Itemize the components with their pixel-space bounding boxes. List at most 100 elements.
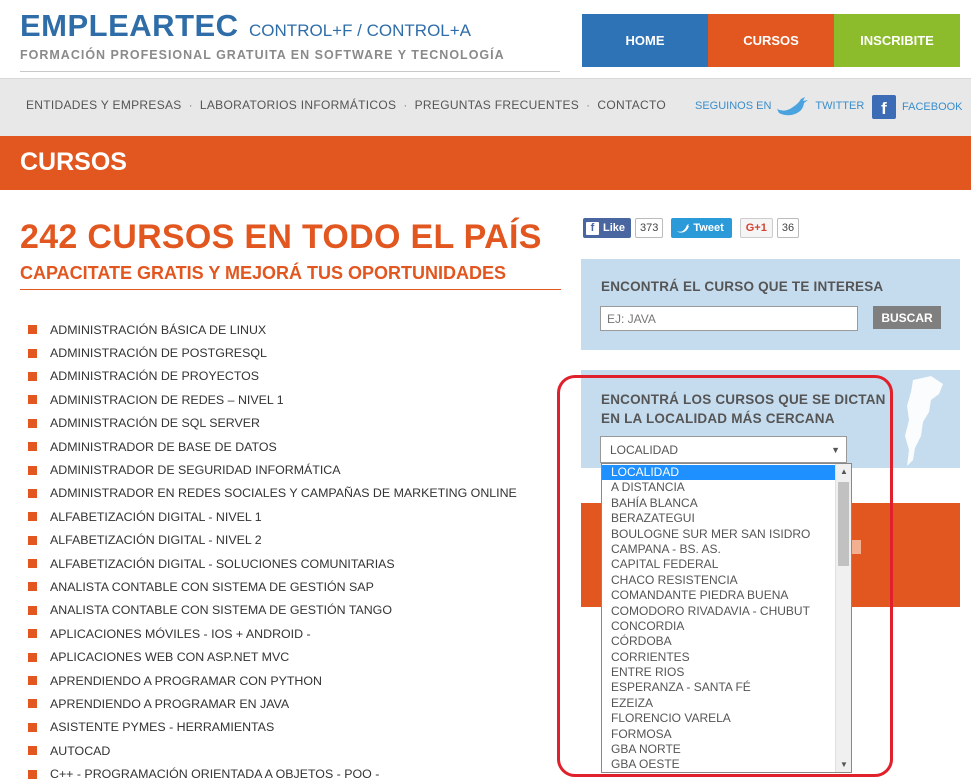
course-link[interactable]: ASISTENTE PYMES - HERRAMIENTAS — [50, 720, 274, 734]
course-item[interactable]: ADMINISTRADOR DE BASE DE DATOS — [28, 435, 517, 458]
course-item[interactable]: ADMINISTRACIÓN DE POSTGRESQL — [28, 341, 517, 364]
course-link[interactable]: ADMINISTRADOR DE BASE DE DATOS — [50, 440, 277, 454]
bullet-icon — [28, 676, 37, 686]
section-banner: CURSOS — [0, 136, 971, 190]
nav-link-contacto[interactable]: CONTACTO — [597, 98, 666, 112]
share-bar: f Like 373 Tweet G+1 36 — [583, 218, 800, 238]
nav-link-preguntas[interactable]: PREGUNTAS FRECUENTES — [415, 98, 579, 112]
bullet-icon — [28, 348, 37, 358]
bullet-icon — [28, 652, 37, 662]
bullet-icon — [28, 582, 37, 592]
course-list: ADMINISTRACIÓN BÁSICA DE LINUX ADMINISTR… — [28, 318, 517, 783]
search-button[interactable]: BUSCAR — [873, 306, 941, 329]
course-item[interactable]: ADMINISTRACIÓN DE PROYECTOS — [28, 365, 517, 388]
argentina-map-icon — [905, 376, 943, 466]
page-subheadline: CAPACITATE GRATIS Y MEJORÁ TUS OPORTUNID… — [20, 263, 507, 283]
course-link[interactable]: APLICACIONES MÓVILES - IOS + ANDROID - — [50, 627, 311, 641]
nav-separator: · — [188, 98, 193, 112]
bullet-icon — [28, 465, 37, 475]
secondary-nav-links: ENTIDADES Y EMPRESAS · LABORATORIOS INFO… — [26, 98, 666, 112]
bullet-icon — [28, 325, 37, 335]
course-item[interactable]: AUTOCAD — [28, 739, 517, 762]
course-item[interactable]: ALFABETIZACIÓN DIGITAL - NIVEL 2 — [28, 529, 517, 552]
twitter-link[interactable]: SEGUINOS EN TWITTER — [695, 95, 864, 117]
course-link[interactable]: APRENDIENDO A PROGRAMAR EN JAVA — [50, 697, 289, 711]
course-item[interactable]: APLICACIONES WEB CON ASP.NET MVC — [28, 645, 517, 668]
course-item[interactable]: APLICACIONES MÓVILES - IOS + ANDROID - — [28, 622, 517, 645]
course-link[interactable]: AUTOCAD — [50, 744, 110, 758]
course-search-input[interactable]: EJ: JAVA — [600, 306, 858, 331]
secondary-nav: ENTIDADES Y EMPRESAS · LABORATORIOS INFO… — [0, 78, 971, 136]
course-item[interactable]: C++ - PROGRAMACIÓN ORIENTADA A OBJETOS -… — [28, 762, 517, 783]
course-link[interactable]: ADMINISTRACION DE REDES – NIVEL 1 — [50, 393, 284, 407]
facebook-icon: f — [872, 95, 896, 119]
course-link[interactable]: APLICACIONES WEB CON ASP.NET MVC — [50, 650, 289, 664]
brand-subtitle: FORMACIÓN PROFESIONAL GRATUITA EN SOFTWA… — [20, 48, 505, 62]
twitter-label: TWITTER — [815, 100, 865, 112]
nav-inscribite-button[interactable]: INSCRIBITE — [834, 14, 960, 67]
course-link[interactable]: ADMINISTRACIÓN BÁSICA DE LINUX — [50, 323, 266, 337]
brand-name: EMPLEARTEC — [20, 8, 239, 43]
nav-separator: · — [586, 98, 591, 112]
brand-logo[interactable]: EMPLEARTEC CONTROL+F / CONTROL+A — [20, 8, 471, 44]
course-link[interactable]: ADMINISTRACIÓN DE POSTGRESQL — [50, 346, 267, 360]
search-panel-title: ENCONTRÁ EL CURSO QUE TE INTERESA — [601, 279, 884, 294]
page-headline: 242 CURSOS EN TODO EL PAÍS — [20, 218, 542, 256]
bullet-icon — [28, 418, 37, 428]
highlight-annotation — [557, 375, 893, 777]
nav-home-button[interactable]: HOME — [582, 14, 708, 67]
course-item[interactable]: ANALISTA CONTABLE CON SISTEMA DE GESTIÓN… — [28, 599, 517, 622]
course-link[interactable]: ADMINISTRACIÓN DE SQL SERVER — [50, 416, 260, 430]
section-title: CURSOS — [20, 148, 127, 176]
site-header: EMPLEARTEC CONTROL+F / CONTROL+A FORMACI… — [0, 0, 971, 78]
twitter-bird-icon — [777, 97, 809, 116]
bullet-icon — [28, 442, 37, 452]
facebook-like-button[interactable]: f Like — [583, 218, 632, 238]
course-item[interactable]: ANALISTA CONTABLE CON SISTEMA DE GESTIÓN… — [28, 575, 517, 598]
course-item[interactable]: ADMINISTRACIÓN BÁSICA DE LINUX — [28, 318, 517, 341]
facebook-link[interactable]: f FACEBOOK — [872, 95, 963, 119]
course-link[interactable]: ALFABETIZACIÓN DIGITAL - SOLUCIONES COMU… — [50, 557, 395, 571]
course-item[interactable]: ADMINISTRADOR EN REDES SOCIALES Y CAMPAÑ… — [28, 482, 517, 505]
brand-tagline: CONTROL+F / CONTROL+A — [249, 21, 472, 40]
course-item[interactable]: ASISTENTE PYMES - HERRAMIENTAS — [28, 716, 517, 739]
bullet-icon — [28, 371, 37, 381]
course-link[interactable]: ADMINISTRACIÓN DE PROYECTOS — [50, 369, 259, 383]
course-link[interactable]: ANALISTA CONTABLE CON SISTEMA DE GESTIÓN… — [50, 603, 392, 617]
nav-link-laboratorios[interactable]: LABORATORIOS INFORMÁTICOS — [200, 98, 396, 112]
like-count: 373 — [635, 218, 664, 238]
course-item[interactable]: ADMINISTRACION DE REDES – NIVEL 1 — [28, 388, 517, 411]
course-link[interactable]: ALFABETIZACIÓN DIGITAL - NIVEL 2 — [50, 533, 262, 547]
course-item[interactable]: ALFABETIZACIÓN DIGITAL - NIVEL 1 — [28, 505, 517, 528]
tweet-button[interactable]: Tweet — [671, 218, 732, 238]
course-link[interactable]: ADMINISTRADOR DE SEGURIDAD INFORMÁTICA — [50, 463, 341, 477]
top-nav: HOME CURSOS INSCRIBITE — [582, 14, 960, 67]
nav-link-entidades[interactable]: ENTIDADES Y EMPRESAS — [26, 98, 182, 112]
tweet-label: Tweet — [693, 222, 724, 234]
course-item[interactable]: APRENDIENDO A PROGRAMAR EN JAVA — [28, 692, 517, 715]
gplus-button[interactable]: G+1 — [739, 218, 773, 238]
course-search-panel: ENCONTRÁ EL CURSO QUE TE INTERESA — [581, 259, 960, 350]
bullet-icon — [28, 512, 37, 522]
like-label: Like — [603, 222, 626, 234]
headline-divider — [20, 289, 561, 290]
nav-cursos-button[interactable]: CURSOS — [708, 14, 834, 67]
course-item[interactable]: ADMINISTRADOR DE SEGURIDAD INFORMÁTICA — [28, 458, 517, 481]
course-link[interactable]: ADMINISTRADOR EN REDES SOCIALES Y CAMPAÑ… — [50, 486, 517, 500]
facebook-icon: f — [586, 221, 599, 235]
bullet-icon — [28, 605, 37, 615]
bullet-icon — [28, 395, 37, 405]
bullet-icon — [28, 629, 37, 639]
course-item[interactable]: ALFABETIZACIÓN DIGITAL - SOLUCIONES COMU… — [28, 552, 517, 575]
course-link[interactable]: C++ - PROGRAMACIÓN ORIENTADA A OBJETOS -… — [50, 767, 379, 781]
facebook-label: FACEBOOK — [902, 101, 963, 113]
course-link[interactable]: ALFABETIZACIÓN DIGITAL - NIVEL 1 — [50, 510, 262, 524]
header-divider — [20, 71, 560, 72]
course-item[interactable]: ADMINISTRACIÓN DE SQL SERVER — [28, 412, 517, 435]
course-item[interactable]: APRENDIENDO A PROGRAMAR CON PYTHON — [28, 669, 517, 692]
bullet-icon — [28, 746, 37, 756]
bullet-icon — [28, 699, 37, 709]
course-link[interactable]: APRENDIENDO A PROGRAMAR CON PYTHON — [50, 674, 322, 688]
course-link[interactable]: ANALISTA CONTABLE CON SISTEMA DE GESTIÓN… — [50, 580, 374, 594]
twitter-bird-icon — [677, 224, 690, 233]
